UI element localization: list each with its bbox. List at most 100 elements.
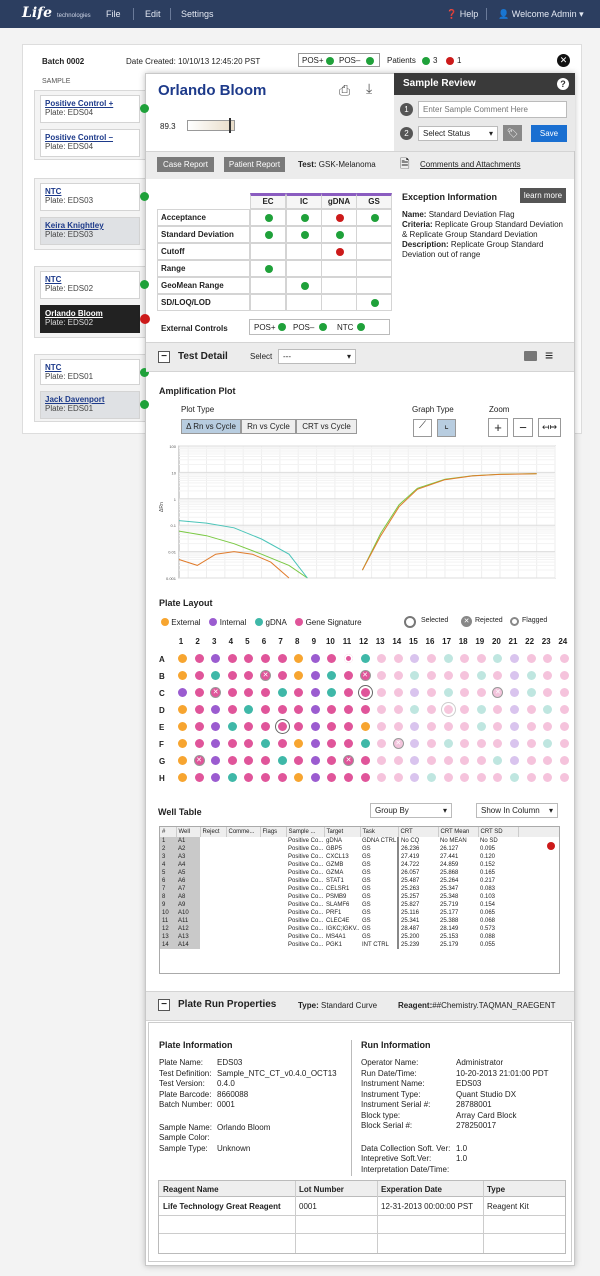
plate-well[interactable] <box>526 671 536 680</box>
plate-well[interactable]: ✕ <box>493 688 503 697</box>
plate-well[interactable] <box>510 773 519 782</box>
table-row[interactable]: 12 A12 Positive Co... IGKC;IGKV... GS 28.487 2… <box>160 925 559 933</box>
plate-well[interactable] <box>559 722 569 731</box>
plate-well[interactable] <box>344 688 353 697</box>
plate-well[interactable] <box>327 773 337 782</box>
plate-well[interactable] <box>427 654 436 663</box>
plate-well[interactable] <box>327 722 337 731</box>
plate-well[interactable] <box>310 688 320 697</box>
plot-type-rn[interactable]: Rn vs Cycle <box>241 419 296 434</box>
table-row[interactable]: 3 A3 Positive Co... CXCL13 GS 27.419 27.441 0.1… <box>160 853 559 861</box>
plate-well[interactable] <box>294 705 304 714</box>
print-icon[interactable]: ⎙ <box>339 82 350 99</box>
sample-item[interactable]: NTC Plate: EDS02 <box>40 271 140 299</box>
plate-well[interactable] <box>310 773 320 782</box>
plate-well[interactable] <box>410 688 420 697</box>
table-row[interactable]: 4 A4 Positive Co... GZMB GS 24.722 24.859 0.152 <box>160 861 559 869</box>
table-row[interactable]: 8 A8 Positive Co... PSMB9 GS 25.257 25.348 0.10… <box>160 893 559 901</box>
plate-well[interactable] <box>476 671 486 680</box>
plate-well[interactable] <box>227 705 237 714</box>
column-header[interactable]: Comme... <box>226 827 261 837</box>
collapse-icon[interactable]: − <box>158 351 170 363</box>
plate-well[interactable] <box>526 654 536 663</box>
plate-well[interactable] <box>360 705 370 714</box>
plate-well[interactable]: ✕ <box>194 756 204 765</box>
plate-well[interactable] <box>410 773 420 782</box>
plate-well[interactable] <box>344 671 353 680</box>
plate-well[interactable] <box>493 739 503 748</box>
plate-well[interactable] <box>194 671 204 680</box>
plate-well[interactable] <box>327 688 337 697</box>
plate-well[interactable] <box>277 705 287 714</box>
plate-well[interactable] <box>310 756 320 765</box>
plate-well[interactable] <box>261 654 270 663</box>
plate-well[interactable] <box>194 722 204 731</box>
plate-well[interactable] <box>344 739 353 748</box>
plate-well[interactable] <box>178 654 187 663</box>
plate-well[interactable] <box>410 722 420 731</box>
plate-well[interactable] <box>261 773 270 782</box>
plate-well[interactable] <box>510 705 519 714</box>
plate-well[interactable] <box>460 773 470 782</box>
plate-well[interactable] <box>261 705 270 714</box>
plate-well[interactable] <box>261 722 270 731</box>
plate-well[interactable] <box>526 773 536 782</box>
plate-well[interactable] <box>178 756 187 765</box>
plate-well[interactable] <box>310 654 320 663</box>
plate-well[interactable] <box>393 671 403 680</box>
plate-well[interactable] <box>460 671 470 680</box>
plate-well[interactable] <box>194 705 204 714</box>
plate-well[interactable] <box>476 654 486 663</box>
plot-type-crt[interactable]: CRT vs Cycle <box>296 419 357 434</box>
menu-icon[interactable]: ≡ <box>545 348 553 362</box>
linear-graph-icon[interactable]: ⟋ <box>413 419 432 437</box>
plate-well[interactable] <box>443 705 453 714</box>
download-icon[interactable]: ⤓ <box>366 80 372 97</box>
plate-well[interactable] <box>559 671 569 680</box>
plate-well[interactable] <box>360 654 370 663</box>
patient-report-button[interactable]: Patient Report <box>224 157 285 172</box>
plate-well[interactable] <box>261 688 270 697</box>
plate-well[interactable] <box>244 688 254 697</box>
plate-well[interactable] <box>443 756 453 765</box>
plate-well[interactable] <box>344 773 353 782</box>
plate-well[interactable] <box>277 654 287 663</box>
plate-well[interactable] <box>526 688 536 697</box>
plate-well[interactable] <box>476 739 486 748</box>
plate-well[interactable] <box>493 654 503 663</box>
plate-well[interactable] <box>559 739 569 748</box>
plate-well[interactable] <box>244 773 254 782</box>
plate-well[interactable] <box>393 654 403 663</box>
test-select[interactable]: --- ▾ <box>278 349 356 364</box>
plate-well[interactable] <box>227 773 237 782</box>
plate-well[interactable] <box>559 654 569 663</box>
collapse-icon[interactable]: − <box>158 999 170 1011</box>
plate-well[interactable] <box>244 739 254 748</box>
plate-well[interactable] <box>327 671 337 680</box>
plate-well[interactable] <box>460 688 470 697</box>
table-row[interactable]: 9 A9 Positive Co... SLAMF6 GS 25.827 25.719 0.1… <box>160 901 559 909</box>
plate-well[interactable] <box>277 756 287 765</box>
plate-well[interactable] <box>559 688 569 697</box>
plate-well[interactable] <box>294 688 304 697</box>
plate-well[interactable] <box>194 654 204 663</box>
column-header[interactable]: Target <box>324 827 361 837</box>
plate-well[interactable] <box>543 671 553 680</box>
table-row[interactable]: 5 A5 Positive Co... GZMA GS 26.057 25.868 0.165 <box>160 869 559 877</box>
plate-well[interactable] <box>377 671 387 680</box>
plate-well[interactable] <box>476 705 486 714</box>
plate-well[interactable] <box>493 756 503 765</box>
plate-well[interactable] <box>476 773 486 782</box>
plate-well[interactable] <box>211 756 221 765</box>
attach-icon[interactable]: 🏷 <box>503 125 522 141</box>
plate-well[interactable] <box>410 671 420 680</box>
plate-well[interactable] <box>443 722 453 731</box>
plate-well[interactable] <box>327 756 337 765</box>
plate-well[interactable] <box>310 739 320 748</box>
plate-well[interactable] <box>360 773 370 782</box>
group-by-select[interactable]: Group By ▾ <box>370 803 452 818</box>
plate-well[interactable] <box>427 773 436 782</box>
column-header[interactable]: Task <box>360 827 399 837</box>
column-header[interactable]: CRT <box>398 827 439 837</box>
table-row[interactable]: 14 A14 Positive Co... PGK1 INT CTRL 25.239 25.… <box>160 941 559 949</box>
